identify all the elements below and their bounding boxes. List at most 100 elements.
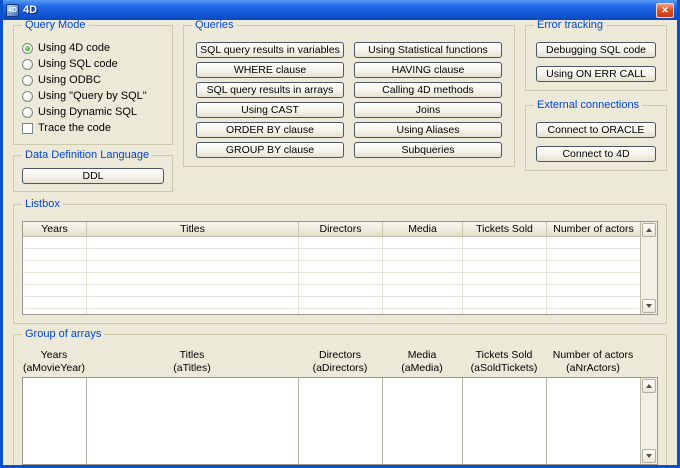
- joins-button[interactable]: Joins: [354, 102, 502, 118]
- listbox-column-header-directors[interactable]: Directors: [299, 222, 383, 236]
- radio-label: Using Dynamic SQL: [38, 106, 137, 118]
- arrays-header-array-name: (aSoldTickets): [471, 362, 538, 375]
- listbox-row[interactable]: [23, 297, 640, 309]
- group-by-clause-button[interactable]: GROUP BY clause: [196, 142, 344, 158]
- radio-using-4d-code[interactable]: Using 4D code: [22, 40, 164, 56]
- sql-query-results-in-arrays-button[interactable]: SQL query results in arrays: [196, 82, 344, 98]
- arrays-scroll-down-button[interactable]: [642, 449, 656, 463]
- query-mode-options: Using 4D code Using SQL code Using ODBC: [22, 40, 164, 136]
- calling-4d-methods-button[interactable]: Calling 4D methods: [354, 82, 502, 98]
- close-button[interactable]: ✕: [656, 3, 674, 18]
- group-of-arrays-title: Group of arrays: [22, 328, 104, 340]
- listbox-column-header-number-of-actors[interactable]: Number of actors: [547, 222, 640, 236]
- connect-to-4d-button[interactable]: Connect to 4D: [536, 146, 656, 162]
- listbox-cell: [463, 237, 547, 248]
- arrays-column-media[interactable]: [383, 378, 463, 464]
- listbox-cell: [299, 309, 383, 314]
- checkbox-label: Trace the code: [38, 122, 111, 134]
- arrays-header-number-of-actors: Number of actors (aNrActors): [546, 349, 640, 374]
- listbox-cell: [87, 237, 299, 248]
- app-window: 4D 4D ✕ Query Mode Using 4D code: [0, 0, 680, 468]
- listbox-cell: [87, 261, 299, 272]
- using-statistical-functions-button[interactable]: Using Statistical functions: [354, 42, 502, 58]
- arrays-header-label: Number of actors: [553, 349, 634, 362]
- radio-using-query-by-sql[interactable]: Using "Query by SQL": [22, 88, 164, 104]
- arrays-header-years: Years (aMovieYear): [22, 349, 86, 374]
- arrays-scrollbar[interactable]: [640, 378, 657, 464]
- listbox-cell: [547, 237, 640, 248]
- radio-using-dynamic-sql[interactable]: Using Dynamic SQL: [22, 104, 164, 120]
- arrays-scroll-up-button[interactable]: [642, 379, 656, 393]
- trace-the-code-checkbox[interactable]: Trace the code: [22, 120, 164, 136]
- listbox-row[interactable]: [23, 285, 640, 297]
- top-section: Query Mode Using 4D code Using SQL code: [13, 25, 667, 192]
- listbox-cell: [23, 249, 87, 260]
- arrays-header-tickets-sold: Tickets Sold (aSoldTickets): [462, 349, 546, 374]
- arrays-header-label: Titles: [180, 349, 205, 362]
- where-clause-button[interactable]: WHERE clause: [196, 62, 344, 78]
- order-by-clause-button[interactable]: ORDER BY clause: [196, 122, 344, 138]
- movies-listbox: Years Titles Directors Media Tickets Sol…: [22, 221, 658, 315]
- listbox-cell: [463, 273, 547, 284]
- radio-using-sql-code[interactable]: Using SQL code: [22, 56, 164, 72]
- listbox-row[interactable]: [23, 249, 640, 261]
- radio-icon: [22, 43, 33, 54]
- scroll-down-icon: [646, 454, 652, 458]
- arrays-column-tickets-sold[interactable]: [463, 378, 547, 464]
- listbox-row[interactable]: [23, 237, 640, 249]
- sql-query-results-in-variables-button[interactable]: SQL query results in variables: [196, 42, 344, 58]
- listbox-cell: [299, 297, 383, 308]
- arrays-column-titles[interactable]: [87, 378, 299, 464]
- radio-label: Using SQL code: [38, 58, 118, 70]
- arrays-column-years[interactable]: [23, 378, 87, 464]
- listbox-row[interactable]: [23, 273, 640, 285]
- using-on-err-call-button[interactable]: Using ON ERR CALL: [536, 66, 656, 82]
- listbox-cell: [23, 261, 87, 272]
- external-connections-groupbox: External connections Connect to ORACLE C…: [525, 105, 667, 171]
- left-column: Query Mode Using 4D code Using SQL code: [13, 25, 173, 192]
- listbox-scroll-up-button[interactable]: [642, 223, 656, 237]
- error-tracking-buttons: Debugging SQL code Using ON ERR CALL: [534, 40, 658, 82]
- listbox-scrollbar[interactable]: [640, 222, 657, 314]
- queries-title: Queries: [192, 20, 237, 31]
- listbox-column-header-tickets-sold[interactable]: Tickets Sold: [463, 222, 547, 236]
- arrays-header-array-name: (aNrActors): [566, 362, 620, 375]
- external-connections-title: External connections: [534, 99, 642, 111]
- scroll-up-icon: [646, 228, 652, 232]
- radio-icon: [22, 59, 33, 70]
- subqueries-button[interactable]: Subqueries: [354, 142, 502, 158]
- radio-icon: [22, 75, 33, 86]
- listbox-row[interactable]: [23, 261, 640, 273]
- using-aliases-button[interactable]: Using Aliases: [354, 122, 502, 138]
- scroll-down-icon: [646, 304, 652, 308]
- ddl-button[interactable]: DDL: [22, 168, 164, 184]
- external-connections-buttons: Connect to ORACLE Connect to 4D: [534, 120, 658, 162]
- having-clause-button[interactable]: HAVING clause: [354, 62, 502, 78]
- queries-right-column: Using Statistical functions HAVING claus…: [354, 42, 502, 158]
- debugging-sql-code-button[interactable]: Debugging SQL code: [536, 42, 656, 58]
- arrays-column-directors[interactable]: [299, 378, 383, 464]
- arrays-column-number-of-actors[interactable]: [547, 378, 640, 464]
- error-tracking-title: Error tracking: [534, 20, 606, 31]
- connect-to-oracle-button[interactable]: Connect to ORACLE: [536, 122, 656, 138]
- data-definition-title: Data Definition Language: [22, 149, 152, 161]
- arrays-header-array-name: (aTitles): [173, 362, 211, 375]
- form-content: Query Mode Using 4D code Using SQL code: [3, 20, 677, 465]
- data-definition-groupbox: Data Definition Language DDL: [13, 155, 173, 192]
- listbox-cell: [463, 261, 547, 272]
- listbox-title: Listbox: [22, 198, 63, 210]
- listbox-cell: [383, 237, 463, 248]
- using-cast-button[interactable]: Using CAST: [196, 102, 344, 118]
- listbox-cell: [383, 297, 463, 308]
- listbox-column-header-media[interactable]: Media: [383, 222, 463, 236]
- arrays-header-row: Years (aMovieYear) Titles (aTitles) Dire…: [22, 349, 658, 374]
- radio-using-odbc[interactable]: Using ODBC: [22, 72, 164, 88]
- listbox-column-header-years[interactable]: Years: [23, 222, 87, 236]
- listbox-scroll-down-button[interactable]: [642, 299, 656, 313]
- listbox-column-header-titles[interactable]: Titles: [87, 222, 299, 236]
- right-column: Error tracking Debugging SQL code Using …: [525, 25, 667, 171]
- title-bar[interactable]: 4D 4D ✕: [3, 0, 677, 20]
- arrays-header-array-name: (aDirectors): [313, 362, 368, 375]
- listbox-cell: [87, 273, 299, 284]
- listbox-cell: [383, 261, 463, 272]
